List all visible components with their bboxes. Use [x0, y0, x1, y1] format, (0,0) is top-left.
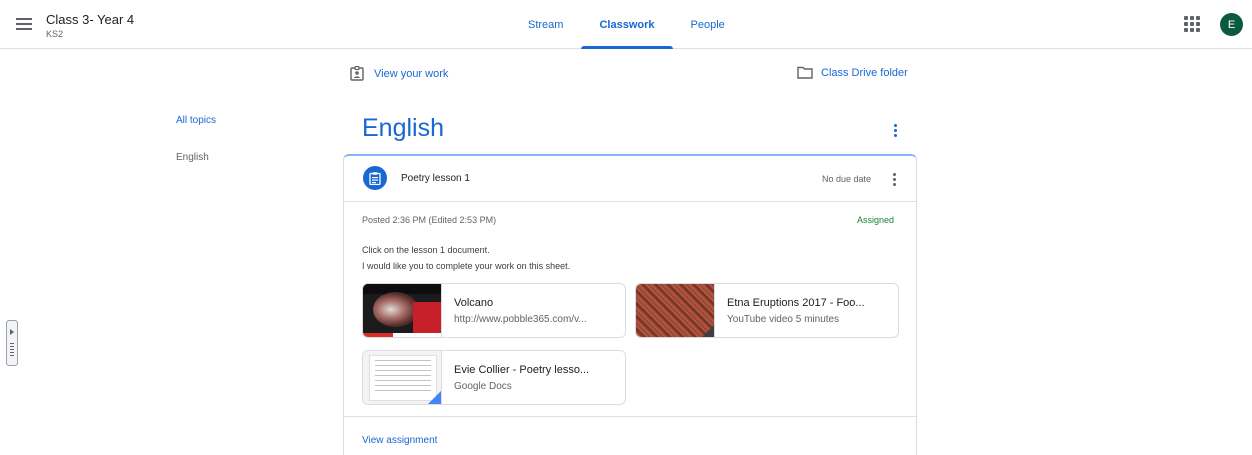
etna-video-thumbnail: [636, 284, 715, 337]
topic-all-topics[interactable]: All topics: [176, 115, 216, 126]
attachment-etna-video[interactable]: Etna Eruptions 2017 - Foo... YouTube vid…: [635, 283, 899, 338]
assignment-more-options-icon[interactable]: [886, 170, 902, 188]
tab-classwork[interactable]: Classwork: [581, 0, 673, 49]
assignment-icon: [363, 166, 387, 190]
assignment-description: Click on the lesson 1 document. I would …: [362, 242, 570, 274]
view-assignment-link[interactable]: View assignment: [362, 435, 437, 446]
class-tabs: Stream Classwork People: [510, 0, 743, 49]
attachment-subtitle: Google Docs: [454, 381, 512, 392]
description-line: I would like you to complete your work o…: [362, 261, 571, 271]
assignment-ind-icon: [350, 66, 364, 81]
class-section: KS2: [46, 29, 64, 39]
assignment-footer: View assignment: [344, 416, 916, 455]
side-panel-toggle[interactable]: [6, 320, 18, 366]
attachment-subtitle: http://www.pobble365.com/v...: [454, 314, 587, 325]
assignment-header[interactable]: Poetry lesson 1 No due date: [344, 156, 916, 202]
tab-stream[interactable]: Stream: [510, 0, 581, 49]
class-drive-folder-button[interactable]: Class Drive folder: [797, 66, 908, 79]
attachment-title: Volcano: [454, 297, 494, 309]
assignment-title: Poetry lesson 1: [401, 173, 470, 184]
attachment-subtitle: YouTube video 5 minutes: [727, 314, 840, 325]
tab-people[interactable]: People: [673, 0, 743, 49]
topic-english[interactable]: English: [176, 152, 209, 163]
posted-time: Posted 2:36 PM (Edited 2:53 PM): [362, 215, 497, 225]
expand-arrow-icon: [10, 329, 14, 335]
account-avatar[interactable]: E: [1220, 13, 1243, 36]
attachment-title: Etna Eruptions 2017 - Foo...: [727, 297, 865, 309]
attachment-title: Evie Collier - Poetry lesso...: [454, 364, 590, 376]
topic-more-options-icon[interactable]: [885, 121, 905, 139]
apps-grid-icon[interactable]: [1182, 14, 1202, 34]
topic-heading: English: [362, 114, 444, 142]
view-your-work-label: View your work: [374, 67, 449, 80]
status-badge: Assigned: [857, 215, 895, 225]
doc-thumbnail: [363, 351, 442, 404]
class-drive-folder-label: Class Drive folder: [821, 66, 908, 79]
main-menu-button[interactable]: [8, 8, 40, 40]
hamburger-menu-icon: [16, 18, 32, 30]
attachment-volcano-link[interactable]: Volcano http://www.pobble365.com/v...: [362, 283, 626, 338]
folder-icon: [797, 66, 813, 79]
drag-grip-icon: [10, 343, 14, 358]
top-bar: Class 3- Year 4 KS2 Stream Classwork Peo…: [0, 0, 1252, 49]
due-date: No due date: [822, 174, 872, 184]
attachment-google-doc[interactable]: Evie Collier - Poetry lesso... Google Do…: [362, 350, 626, 405]
volcano-thumbnail: [363, 284, 442, 337]
assignment-card: Poetry lesson 1 No due date Posted 2:36 …: [343, 154, 917, 455]
view-your-work-button[interactable]: View your work: [350, 66, 448, 81]
video-corner-icon: [702, 325, 714, 337]
description-line: Click on the lesson 1 document.: [362, 245, 490, 255]
docs-corner-icon: [428, 391, 441, 404]
class-title[interactable]: Class 3- Year 4: [46, 12, 134, 27]
